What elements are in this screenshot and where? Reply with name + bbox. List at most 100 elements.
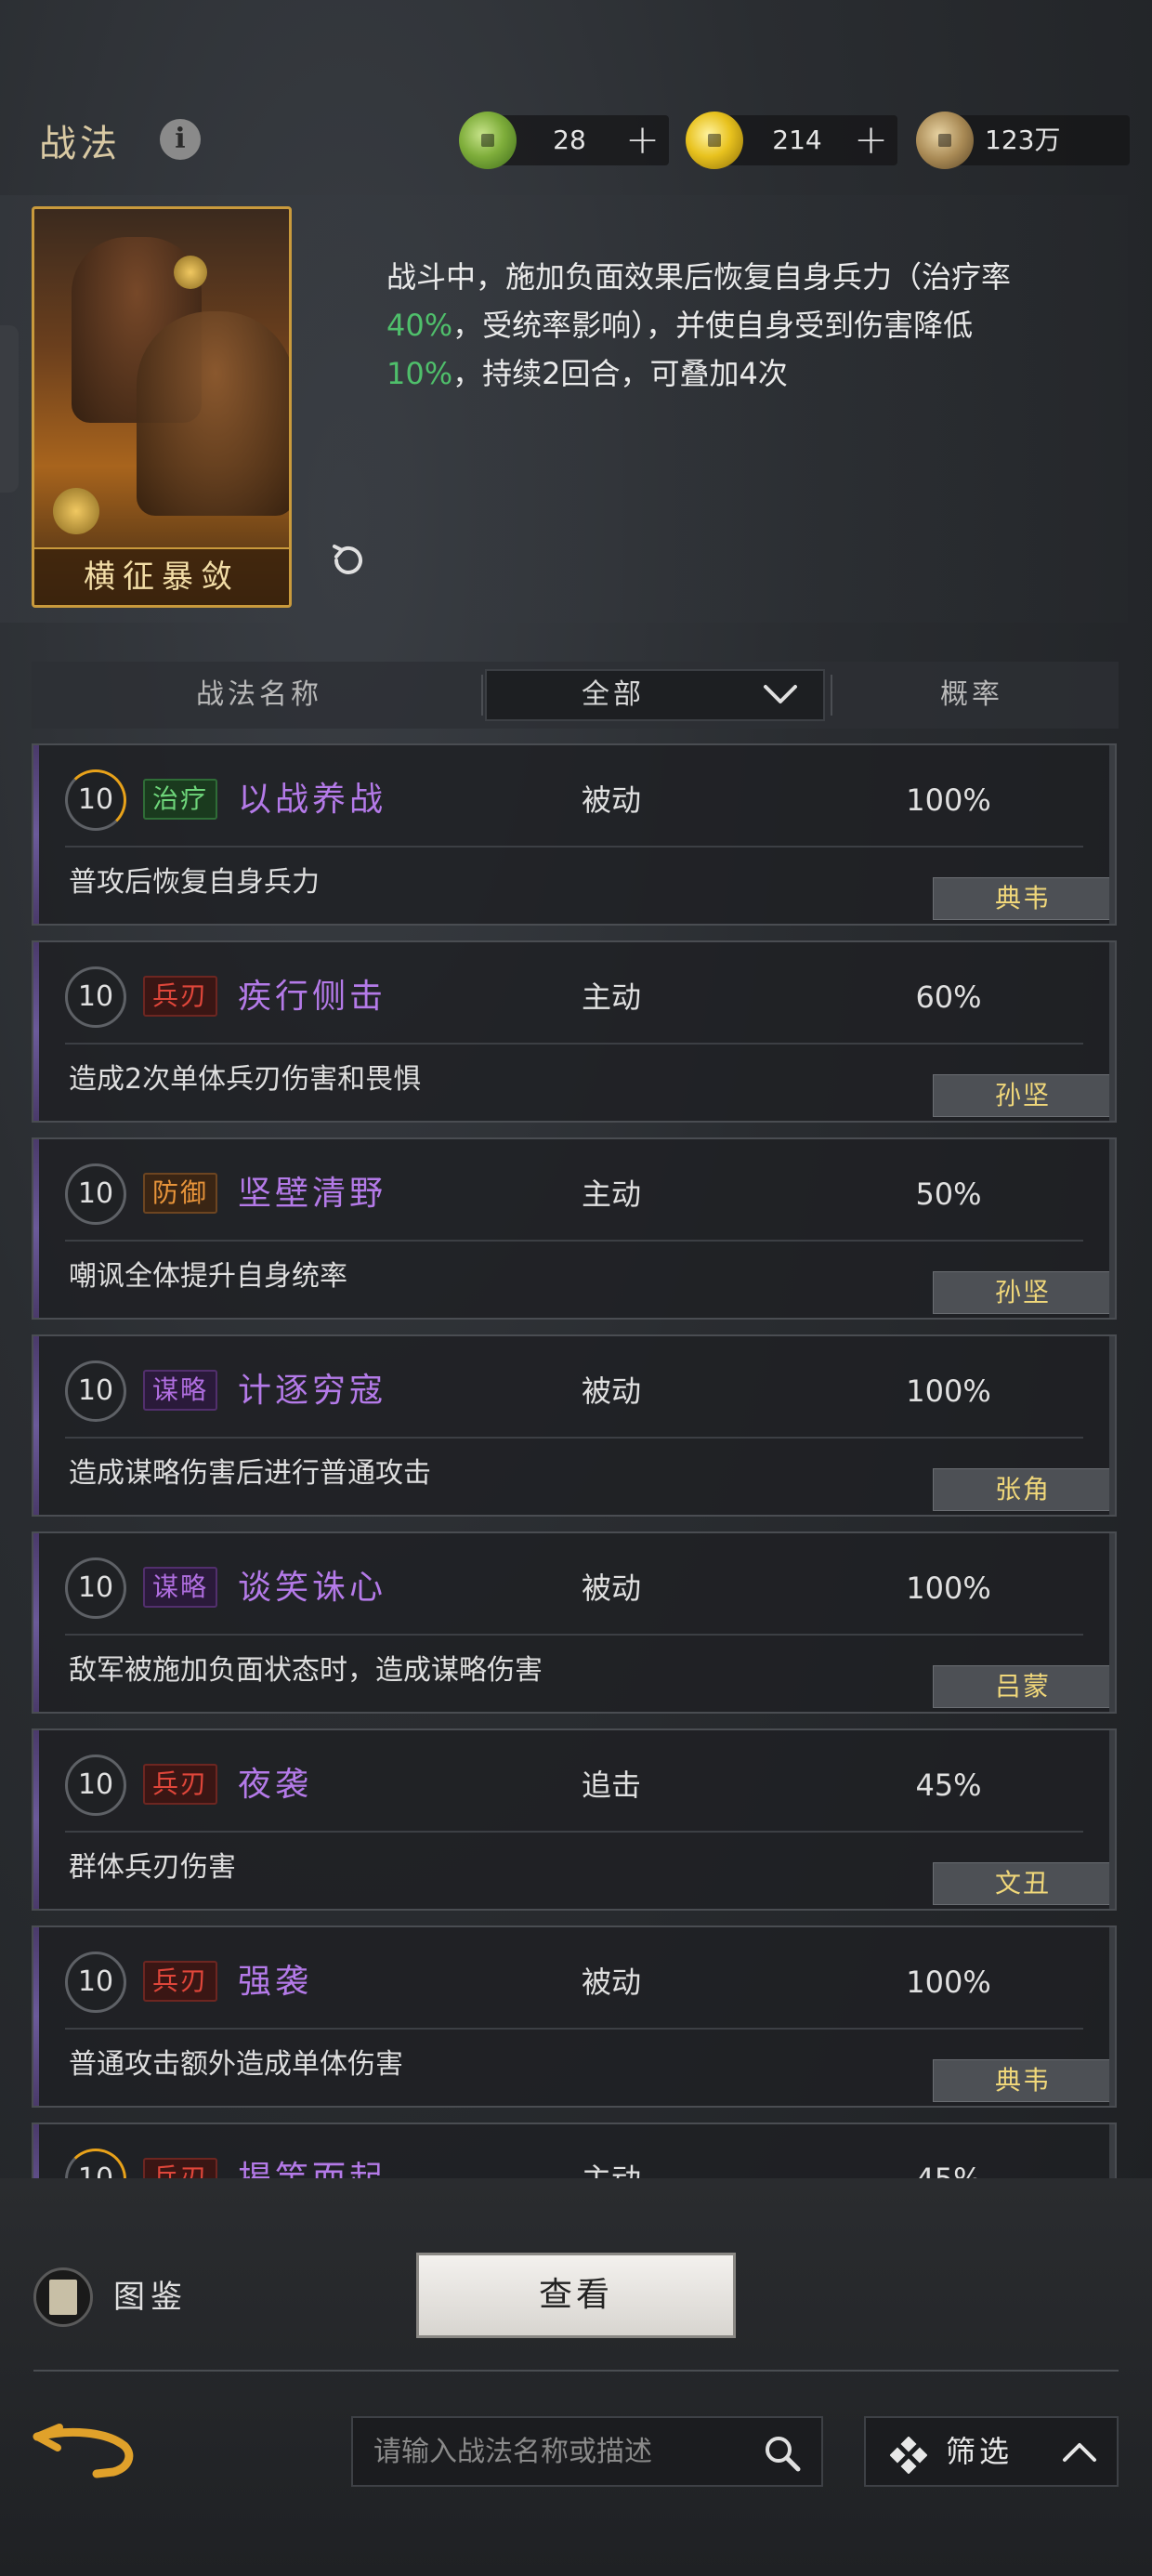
copper-coin-icon [916,112,974,169]
skill-type: 追击 [582,1768,642,1803]
skill-row[interactable]: 10 治疗 以战养战 被动 100% 普攻后恢复自身兵力 典韦 [32,743,1117,926]
skill-category-tag: 兵刃 [143,976,218,1017]
search-box [351,2416,823,2487]
skill-row[interactable]: 10 兵刃 夜袭 追击 45% 群体兵刃伤害 文丑 [32,1728,1117,1911]
row-edge [1109,1533,1115,1712]
refresh-icon[interactable] [327,539,370,582]
skill-row[interactable]: 10 兵刃 疾行侧击 主动 60% 造成2次单体兵刃伤害和畏惧 孙坚 [32,940,1117,1123]
divider [481,675,483,716]
row-edge [1109,1927,1115,2106]
divider [33,2370,1119,2372]
highlight-value: 40% [386,308,453,343]
divider [65,1831,1083,1833]
row-edge [1109,745,1115,924]
jade-resource: 28 + [459,112,669,169]
skill-card[interactable]: 横征暴敛 [32,206,292,608]
skill-category-tag: 谋略 [143,1370,218,1411]
source-general-badge: 孙坚 [933,1074,1113,1117]
filter-diamond-icon [890,2437,927,2474]
skill-level-badge: 10 [65,2149,126,2182]
add-gold-button[interactable]: + [854,115,888,165]
skill-description: 战斗中，施加负面效果后恢复自身兵力（治疗率 40%，受统率影响），并使自身受到伤害… [386,253,1037,398]
row-edge [1109,1139,1115,1318]
skill-category-tag: 兵刃 [143,1961,218,2002]
skill-category-tag: 兵刃 [143,1764,218,1805]
skill-row[interactable]: 10 兵刃 揭竿而起 主动 45% [32,2123,1117,2182]
side-drawer-handle[interactable] [0,325,19,493]
skill-name: 揭竿而起 [238,2160,387,2182]
album-button[interactable]: 图鉴 [33,2267,219,2327]
card-art-coin [174,256,207,289]
column-probability: 概率 [940,678,1003,711]
skill-name: 以战养战 [238,781,387,819]
skill-probability: 100% [906,1373,991,1409]
skill-name: 强袭 [238,1963,313,2001]
skill-name: 坚壁清野 [238,1175,387,1213]
skill-description: 普攻后恢复自身兵力 [69,866,320,899]
skill-row[interactable]: 10 防御 坚壁清野 主动 50% 嘲讽全体提升自身统率 孙坚 [32,1137,1117,1320]
album-label: 图鉴 [113,2279,188,2316]
skill-probability: 45% [915,1768,982,1803]
skill-type: 主动 [582,2162,642,2182]
skill-level-badge: 10 [65,1557,126,1619]
copper-resource: 123万 [916,112,1130,169]
skill-name: 谈笑诛心 [238,1569,387,1607]
skill-type: 被动 [582,1965,642,2000]
skill-category-tag: 防御 [143,1173,218,1214]
skill-category-tag: 治疗 [143,779,218,820]
description-text: ，受统率影响），并使自身受到伤害降低 [452,308,974,343]
skill-type: 主动 [582,979,642,1015]
description-text: 战斗中，施加负面效果后恢复自身兵力 [386,259,893,295]
description-text: （治疗率 [892,259,1012,295]
row-edge [1109,942,1115,1121]
skill-row[interactable]: 10 谋略 谈笑诛心 被动 100% 敌军被施加负面状态时，造成谋略伤害 吕蒙 [32,1531,1117,1714]
source-general-badge: 典韦 [933,2059,1113,2102]
skill-row[interactable]: 10 兵刃 强袭 被动 100% 普通攻击额外造成单体伤害 典韦 [32,1925,1117,2108]
skill-description: 群体兵刃伤害 [69,1851,236,1884]
row-edge [1109,1730,1115,1909]
skill-description: 造成2次单体兵刃伤害和畏惧 [69,1063,422,1096]
skill-level-badge: 10 [65,1755,126,1816]
search-icon[interactable] [762,2433,803,2474]
skill-type: 主动 [582,1176,642,1212]
gold-coin-icon [686,112,743,169]
row-edge [1109,1336,1115,1515]
view-button[interactable]: 查看 [416,2253,736,2338]
type-filter-dropdown[interactable]: 全部 [485,669,825,721]
chevron-up-icon [1063,2443,1096,2462]
skill-probability: 100% [906,782,991,818]
skill-description: 敌军被施加负面状态时，造成谋略伤害 [69,1654,543,1687]
back-arrow-icon[interactable] [32,2420,143,2485]
divider [65,846,1083,848]
skill-description: 造成谋略伤害后进行普通攻击 [69,1457,431,1490]
skill-level-badge: 10 [65,769,126,831]
skill-name: 计逐穷寇 [238,1372,387,1410]
copper-amount: 123万 [985,125,1061,155]
skill-probability: 100% [906,1965,991,2000]
skill-description: 普通攻击额外造成单体伤害 [69,2048,403,2081]
divider [65,2028,1083,2030]
source-general-badge: 文丑 [933,1862,1113,1905]
skill-row[interactable]: 10 谋略 计逐穷寇 被动 100% 造成谋略伤害后进行普通攻击 张角 [32,1334,1117,1517]
info-icon[interactable]: i [160,119,201,160]
list-header: 战法名称 全部 概率 [32,662,1119,729]
filter-label: 筛选 [946,2434,1014,2469]
skill-name: 夜袭 [238,1766,313,1804]
filter-selected-value: 全部 [582,678,645,711]
divider [65,1437,1083,1439]
skill-level-badge: 10 [65,1360,126,1422]
skill-name: 疾行侧击 [238,978,387,1016]
add-jade-button[interactable]: + [625,115,660,165]
bottom-panel [0,2178,1152,2576]
divider [65,1634,1083,1636]
source-general-badge: 孙坚 [933,1271,1113,1314]
skill-probability: 100% [906,1571,991,1606]
search-input[interactable] [353,2418,743,2485]
divider [65,1043,1083,1045]
filter-button[interactable]: 筛选 [864,2416,1119,2487]
skill-type: 被动 [582,782,642,818]
skill-probability: 50% [915,1176,982,1212]
chevron-down-icon [764,685,797,703]
skill-list[interactable]: 10 治疗 以战养战 被动 100% 普攻后恢复自身兵力 典韦 10 兵刃 疾行侧击 主动 60% 造成… [32,743,1117,2182]
skill-probability: 45% [915,2162,982,2182]
